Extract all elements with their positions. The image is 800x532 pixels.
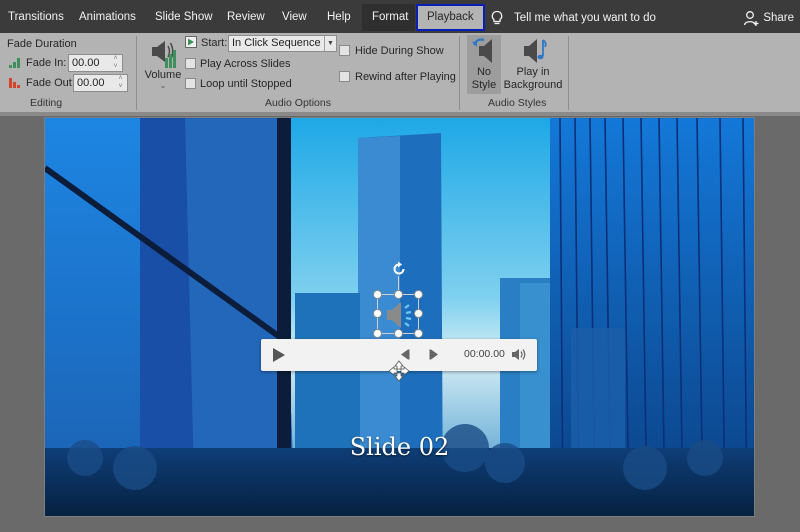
- spinner-arrows-icon[interactable]: ˄ ˅: [116, 75, 125, 91]
- tab-format[interactable]: Format: [362, 4, 415, 31]
- group-divider: [459, 36, 460, 110]
- tab-help[interactable]: Help: [325, 4, 353, 31]
- play-in-background-button[interactable]: Play in Background: [503, 35, 563, 94]
- resize-handle-top[interactable]: [394, 290, 403, 299]
- rewind-after-playing-checkbox[interactable]: [339, 71, 350, 82]
- rotate-handle-icon[interactable]: [391, 261, 407, 277]
- start-dropdown[interactable]: In Click Sequence ▼: [228, 35, 337, 52]
- play-icon[interactable]: [272, 347, 286, 363]
- start-play-icon: [185, 36, 197, 48]
- no-style-label-line2: Style: [471, 79, 497, 91]
- resize-handle-bottom[interactable]: [394, 329, 403, 338]
- play-in-background-icon: [524, 39, 547, 63]
- play-across-slides-checkbox[interactable]: [185, 58, 196, 69]
- tab-playback[interactable]: Playback: [416, 4, 485, 31]
- audio-styles-group-label: Audio Styles: [488, 97, 547, 109]
- tab-review[interactable]: Review: [225, 4, 267, 31]
- share-label: Share: [763, 11, 794, 24]
- rewind-after-playing-label: Rewind after Playing: [355, 71, 456, 83]
- playback-ribbon: Fade Duration Fade In: 00.00 ˄ ˅ Fade Out…: [0, 33, 800, 112]
- no-style-speaker-icon: [472, 38, 492, 63]
- editing-group-label: Editing: [30, 97, 63, 109]
- skip-forward-icon[interactable]: [429, 349, 439, 360]
- lightbulb-icon: [491, 10, 503, 24]
- slide-title[interactable]: Slide 02: [45, 433, 754, 461]
- fade-in-label: Fade In:: [26, 57, 67, 69]
- skip-back-icon[interactable]: [400, 349, 410, 360]
- resize-handle-bottom-right[interactable]: [414, 329, 423, 338]
- resize-handle-bottom-left[interactable]: [373, 329, 382, 338]
- ribbon-tab-bar: Transitions Animations Slide Show Review…: [0, 0, 800, 33]
- no-style-label-line1: No: [476, 66, 492, 78]
- fade-in-icon: [9, 58, 20, 68]
- loop-until-stopped-label: Loop until Stopped: [200, 78, 292, 90]
- fade-out-spinner[interactable]: 00.00 ˄ ˅: [73, 74, 128, 92]
- person-add-icon: [744, 10, 759, 26]
- tell-me-label: Tell me what you want to do: [514, 11, 656, 24]
- fade-duration-label: Fade Duration: [7, 38, 77, 50]
- no-style-button[interactable]: No Style: [467, 35, 501, 94]
- share-button[interactable]: Share: [743, 4, 794, 31]
- speaker-volume-icon: [152, 41, 176, 68]
- fade-out-value: 00.00: [77, 77, 105, 89]
- play-in-background-label-line1: Play in: [516, 66, 550, 78]
- start-dropdown-value: In Click Sequence: [232, 37, 321, 49]
- audio-speaker-icon: [387, 302, 412, 328]
- playback-time: 00:00.00: [464, 348, 505, 360]
- tab-animations[interactable]: Animations: [77, 4, 138, 31]
- play-across-slides-label: Play Across Slides: [200, 58, 291, 70]
- group-divider: [136, 36, 137, 110]
- dropdown-arrow-icon[interactable]: ▼: [324, 36, 336, 51]
- fade-in-value: 00.00: [72, 57, 100, 69]
- play-in-background-label-line2: Background: [503, 79, 563, 91]
- audio-options-group-label: Audio Options: [265, 97, 331, 109]
- fade-in-spinner[interactable]: 00.00 ˄ ˅: [68, 54, 123, 72]
- tab-slide-show[interactable]: Slide Show: [153, 4, 215, 31]
- chevron-down-icon: ⌄: [159, 81, 167, 90]
- resize-handle-right[interactable]: [414, 309, 423, 318]
- resize-handle-top-left[interactable]: [373, 290, 382, 299]
- audio-object-selection[interactable]: [377, 294, 419, 334]
- resize-handle-left[interactable]: [373, 309, 382, 318]
- hide-during-show-label: Hide During Show: [355, 45, 444, 57]
- fade-out-icon: [9, 78, 20, 88]
- tell-me-search[interactable]: Tell me what you want to do: [490, 4, 656, 31]
- fade-out-label: Fade Out:: [26, 77, 75, 89]
- group-divider: [568, 36, 569, 110]
- tab-view[interactable]: View: [280, 4, 309, 31]
- move-cursor-icon: [388, 360, 410, 382]
- tab-transitions[interactable]: Transitions: [6, 4, 66, 31]
- resize-handle-top-right[interactable]: [414, 290, 423, 299]
- mute-volume-icon[interactable]: [511, 348, 527, 361]
- spinner-arrows-icon[interactable]: ˄ ˅: [111, 55, 120, 71]
- hide-during-show-checkbox[interactable]: [339, 45, 350, 56]
- start-label: Start:: [201, 37, 228, 49]
- loop-until-stopped-checkbox[interactable]: [185, 78, 196, 89]
- volume-button[interactable]: Volume ⌄: [142, 36, 184, 94]
